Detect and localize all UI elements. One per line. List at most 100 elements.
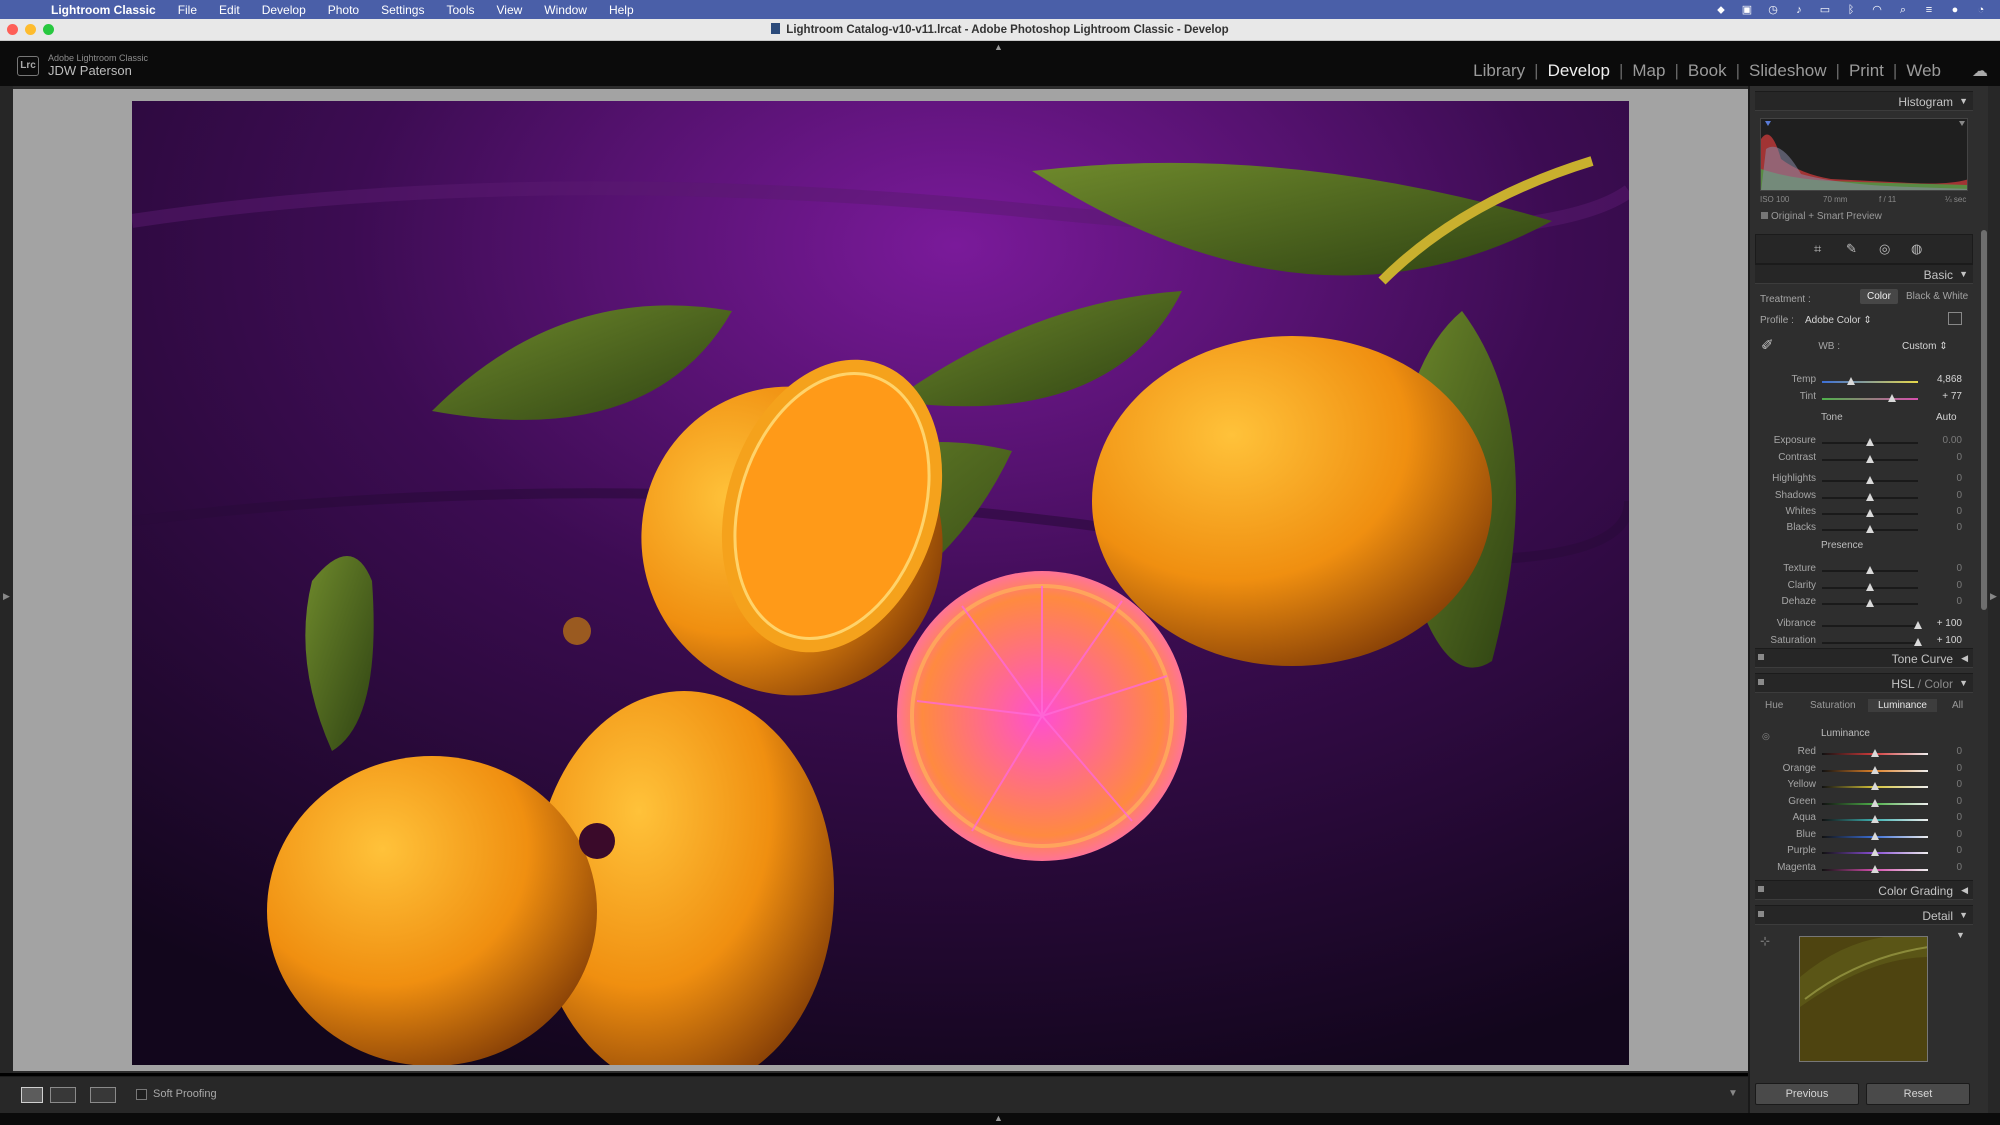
red-eye-icon[interactable]: ◎ xyxy=(1879,241,1890,257)
module-slideshow[interactable]: Slideshow xyxy=(1740,61,1836,81)
targeted-adjust-icon[interactable]: ◎ xyxy=(1762,731,1770,742)
tone-auto-button[interactable]: Auto xyxy=(1936,412,1957,423)
contrast-slider-knob[interactable] xyxy=(1866,455,1874,463)
menu-view[interactable]: View xyxy=(485,3,533,17)
menu-edit[interactable]: Edit xyxy=(208,3,251,17)
menu-develop[interactable]: Develop xyxy=(251,3,317,17)
hsl-red-value[interactable]: 0 xyxy=(1922,746,1962,757)
hsl-green-slider-knob[interactable] xyxy=(1871,799,1879,807)
module-book[interactable]: Book xyxy=(1679,61,1736,81)
crop-tool-icon[interactable]: ⌗ xyxy=(1814,241,1821,257)
contrast-value[interactable]: 0 xyxy=(1922,452,1962,463)
masking-icon[interactable]: ◍ xyxy=(1911,241,1922,257)
tone-curve-header[interactable]: Tone Curve ◀ xyxy=(1755,648,1973,668)
siri-icon[interactable]: ● xyxy=(1948,4,1962,16)
temp-value[interactable]: 4,868 xyxy=(1922,374,1962,385)
hsl-purple-value[interactable]: 0 xyxy=(1922,845,1962,856)
saturation-slider-track[interactable] xyxy=(1822,642,1918,644)
profile-browser-icon[interactable] xyxy=(1948,312,1962,325)
module-web[interactable]: Web xyxy=(1897,61,1950,81)
panel-switch-icon[interactable] xyxy=(1758,886,1764,892)
exposure-slider-knob[interactable] xyxy=(1866,438,1874,446)
vibrance-slider-track[interactable] xyxy=(1822,625,1918,627)
module-map[interactable]: Map xyxy=(1623,61,1674,81)
exposure-value[interactable]: 0.00 xyxy=(1922,435,1962,446)
shadows-slider-knob[interactable] xyxy=(1866,493,1874,501)
color-grading-header[interactable]: Color Grading ◀ xyxy=(1755,880,1973,900)
clarity-value[interactable]: 0 xyxy=(1922,580,1962,591)
wifi-icon[interactable]: ◠ xyxy=(1870,4,1884,16)
hsl-aqua-value[interactable]: 0 xyxy=(1922,812,1962,823)
tint-slider-knob[interactable] xyxy=(1888,394,1897,402)
healing-brush-icon[interactable]: ✎ xyxy=(1846,241,1857,257)
hsl-yellow-slider-knob[interactable] xyxy=(1871,782,1879,790)
dehaze-slider-knob[interactable] xyxy=(1866,599,1874,607)
menu-file[interactable]: File xyxy=(167,3,208,17)
soft-proofing-checkbox[interactable] xyxy=(136,1089,147,1100)
menu-photo[interactable]: Photo xyxy=(317,3,370,17)
panel-switch-icon[interactable] xyxy=(1758,654,1764,660)
tab-saturation[interactable]: Saturation xyxy=(1810,700,1856,711)
tint-slider-track[interactable] xyxy=(1822,398,1918,400)
filmstrip-toggle-icon[interactable]: ▲ xyxy=(994,1113,1003,1123)
wb-dropdown[interactable]: Custom ⇕ xyxy=(1902,341,1948,352)
saturation-value[interactable]: + 100 xyxy=(1922,635,1962,646)
panel-switch-icon[interactable] xyxy=(1758,679,1764,685)
basic-header[interactable]: Basic ▼ xyxy=(1755,264,1973,284)
blacks-slider-knob[interactable] xyxy=(1866,525,1874,533)
shadows-value[interactable]: 0 xyxy=(1922,490,1962,501)
hsl-purple-slider-knob[interactable] xyxy=(1871,848,1879,856)
treatment-color-button[interactable]: Color xyxy=(1860,289,1898,304)
battery-icon[interactable]: ▭ xyxy=(1818,4,1832,16)
module-library[interactable]: Library xyxy=(1464,61,1534,81)
hsl-blue-value[interactable]: 0 xyxy=(1922,829,1962,840)
toolbar-content-menu-icon[interactable]: ▼ xyxy=(1728,1088,1738,1099)
menu-window[interactable]: Window xyxy=(533,3,598,17)
dehaze-value[interactable]: 0 xyxy=(1922,596,1962,607)
tab-hue[interactable]: Hue xyxy=(1765,700,1783,711)
vibrance-slider-knob[interactable] xyxy=(1914,621,1922,629)
previous-button[interactable]: Previous xyxy=(1755,1083,1859,1105)
right-panel-edge[interactable]: ▶ xyxy=(1988,86,2000,1113)
hsl-header[interactable]: HSL / Color ▼ xyxy=(1755,673,1973,693)
hsl-yellow-value[interactable]: 0 xyxy=(1922,779,1962,790)
control-center-icon[interactable]: ≡ xyxy=(1922,4,1936,16)
bluetooth-icon[interactable]: ᛒ xyxy=(1844,4,1858,16)
screen-icon[interactable]: ▣ xyxy=(1740,4,1754,16)
reset-button[interactable]: Reset xyxy=(1866,1083,1970,1105)
left-panel-collapsed[interactable]: ▶ xyxy=(0,86,13,1073)
panel-switch-icon[interactable] xyxy=(1758,911,1764,917)
highlights-slider-knob[interactable] xyxy=(1866,476,1874,484)
highlights-value[interactable]: 0 xyxy=(1922,473,1962,484)
hsl-red-slider-knob[interactable] xyxy=(1871,749,1879,757)
hsl-magenta-value[interactable]: 0 xyxy=(1922,862,1962,873)
temp-slider-track[interactable] xyxy=(1822,381,1918,383)
texture-slider-knob[interactable] xyxy=(1866,566,1874,574)
top-panel-toggle-icon[interactable]: ▲ xyxy=(994,42,1003,52)
clock-icon[interactable]: ◔ xyxy=(1974,4,1988,16)
blacks-value[interactable]: 0 xyxy=(1922,522,1962,533)
volume-icon[interactable]: ♪ xyxy=(1792,4,1806,16)
right-panel-toggle-icon[interactable]: ▶ xyxy=(1990,591,1997,602)
detail-preview-toggle-icon[interactable]: ▼ xyxy=(1956,930,1965,940)
whites-value[interactable]: 0 xyxy=(1922,506,1962,517)
menu-settings[interactable]: Settings xyxy=(370,3,435,17)
treatment-bw-button[interactable]: Black & White xyxy=(1899,289,1975,304)
temp-slider-knob[interactable] xyxy=(1846,377,1855,385)
menu-help[interactable]: Help xyxy=(598,3,645,17)
detail-target-icon[interactable]: ⊹ xyxy=(1760,934,1770,948)
hsl-orange-value[interactable]: 0 xyxy=(1922,763,1962,774)
hsl-orange-slider-knob[interactable] xyxy=(1871,766,1879,774)
detail-header[interactable]: Detail ▼ xyxy=(1755,905,1973,925)
saturation-slider-knob[interactable] xyxy=(1914,638,1922,646)
loupe-view-icon[interactable] xyxy=(21,1087,43,1103)
tint-value[interactable]: + 77 xyxy=(1922,391,1962,402)
detail-preview[interactable] xyxy=(1799,936,1928,1062)
texture-value[interactable]: 0 xyxy=(1922,563,1962,574)
develop-photo[interactable] xyxy=(132,101,1629,1065)
clarity-slider-knob[interactable] xyxy=(1866,583,1874,591)
time-machine-icon[interactable]: ◷ xyxy=(1766,4,1780,16)
cloud-sync-icon[interactable]: ☁ xyxy=(1972,61,1988,81)
whites-slider-knob[interactable] xyxy=(1866,509,1874,517)
hsl-magenta-slider-knob[interactable] xyxy=(1871,865,1879,873)
